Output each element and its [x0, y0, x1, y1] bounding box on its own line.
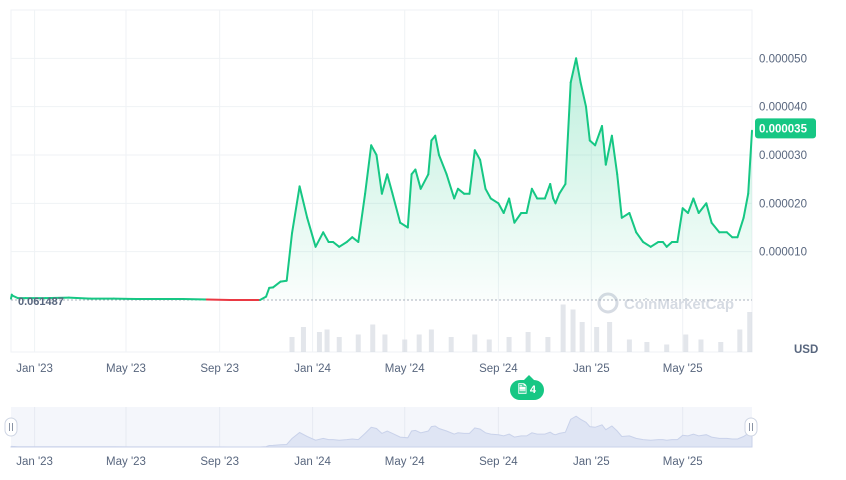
navigator-tick-label: Sep '23 — [200, 456, 239, 468]
y-axis: 0.000010 0.000020 0.000030 0.000040 0.000050 — [759, 53, 807, 258]
x-axis: Jan '23 May '23 Sep '23 Jan '24 May '24 Sep '… — [16, 363, 702, 375]
y-tick-label: 0.000040 — [759, 102, 807, 114]
start-price-label: 0.061487 — [18, 296, 64, 308]
x-tick-label: Sep '24 — [479, 363, 518, 375]
volume-bar — [355, 334, 361, 352]
volume-bar — [560, 304, 566, 352]
navigator-right-handle[interactable] — [744, 417, 758, 437]
price-segment — [182, 298, 208, 301]
volume-bar — [626, 339, 632, 352]
svg-text:0.000035: 0.000035 — [759, 123, 808, 135]
navigator-tick-label: Jan '25 — [573, 456, 610, 468]
volume-bar — [545, 337, 551, 352]
current-price-badge: 0.000035 — [755, 118, 816, 139]
x-tick-label: May '23 — [106, 363, 146, 375]
volume-bar — [664, 344, 670, 352]
navigator-tick-label: Jan '24 — [294, 456, 331, 468]
navigator-tick-label: May '25 — [663, 456, 703, 468]
volume-bar — [698, 339, 704, 352]
notes-count: 4 — [529, 384, 536, 396]
volume-bar — [324, 329, 330, 352]
currency-label: USD — [794, 344, 818, 356]
x-tick-label: May '25 — [663, 363, 703, 375]
x-tick-label: May '24 — [385, 363, 426, 375]
volume-bar — [525, 332, 531, 352]
volume-bar — [737, 329, 743, 352]
y-tick-label: 0.000020 — [759, 198, 807, 210]
navigator-x-axis: Jan '23 May '23 Sep '23 Jan '24 May '24 Sep '… — [16, 456, 702, 468]
volume-bar — [472, 334, 478, 352]
volume-bar — [594, 327, 600, 352]
notes-badge[interactable]: 🗎 4 — [510, 375, 544, 400]
range-navigator[interactable]: Jan '23 May '23 Sep '23 Jan '24 May '24 Sep '… — [4, 407, 758, 468]
x-tick-label: Jan '24 — [294, 363, 331, 375]
x-tick-label: Sep '23 — [200, 363, 239, 375]
volume-bar — [382, 334, 388, 352]
price-area-fill — [11, 58, 752, 300]
x-tick-label: Jan '25 — [573, 363, 610, 375]
volume-bar — [416, 334, 422, 352]
volume-bar — [683, 334, 689, 352]
volume-bar — [486, 339, 492, 352]
y-tick-label: 0.000030 — [759, 150, 807, 162]
price-chart: CoinMarketCap 0.0000100.0000200.0000300.… — [4, 9, 818, 468]
volume-bar — [644, 342, 650, 352]
volume-bar — [747, 312, 753, 352]
volume-bar — [316, 332, 322, 352]
volume-bar — [570, 309, 576, 352]
x-tick-label: Jan '23 — [16, 363, 53, 375]
volume-bar — [718, 342, 724, 352]
navigator-tick-label: May '23 — [106, 456, 146, 468]
volume-bar — [506, 337, 512, 352]
volume-bar — [370, 324, 376, 352]
navigator-left-handle[interactable] — [4, 417, 18, 437]
volume-bar — [448, 337, 454, 352]
price-segment — [205, 298, 232, 301]
price-segment — [67, 296, 92, 300]
navigator-tick-label: Sep '24 — [479, 456, 518, 468]
volume-bar — [336, 337, 342, 352]
navigator-tick-label: Jan '23 — [16, 456, 53, 468]
document-icon: 🗎 — [518, 383, 527, 396]
volume-bar — [300, 327, 306, 352]
volume-bar — [428, 329, 434, 352]
volume-bar — [289, 337, 295, 352]
volume-bar — [607, 322, 613, 352]
volume-bar — [579, 322, 585, 352]
navigator-tick-label: May '24 — [385, 456, 426, 468]
y-tick-label: 0.000010 — [759, 247, 807, 259]
volume-bar — [402, 339, 408, 352]
y-tick-label: 0.000050 — [759, 53, 807, 65]
